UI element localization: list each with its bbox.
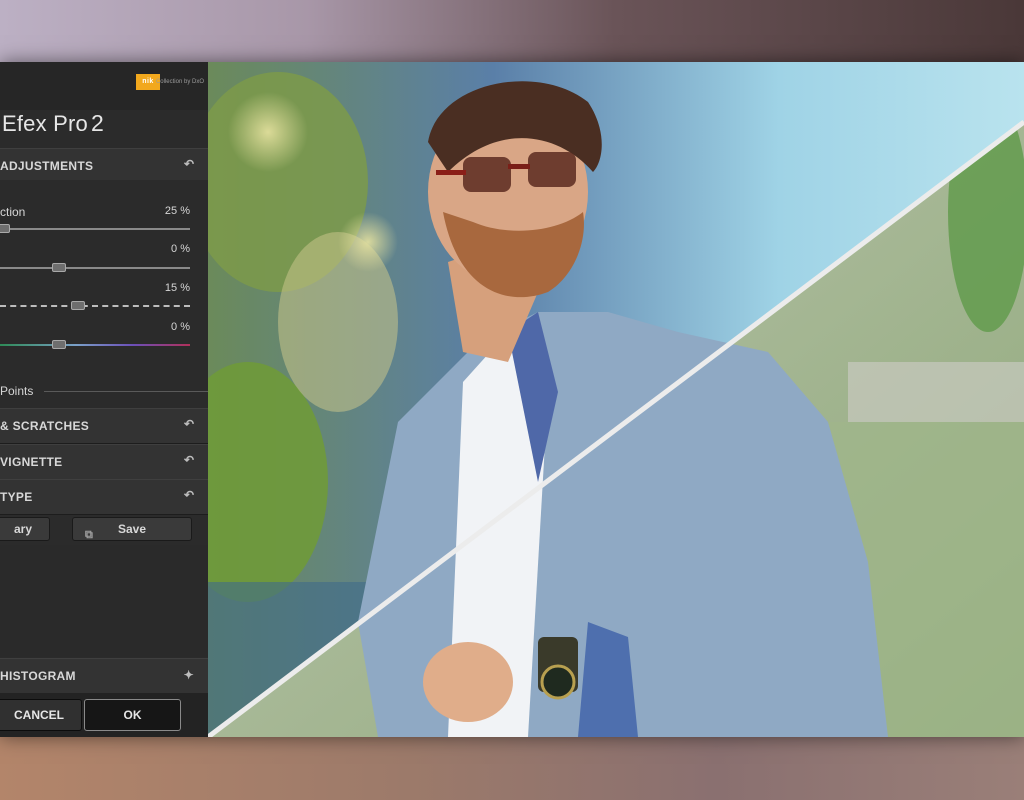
preset-button-row: ary ⧉ Save (0, 515, 208, 543)
app-title-name: Efex Pro (2, 111, 88, 136)
slider-4-knob[interactable] (52, 340, 66, 349)
section-vignette[interactable]: VIGNETTE ↶ (0, 444, 208, 480)
reset-icon[interactable]: ↶ (184, 489, 196, 501)
empty-panel-area (0, 545, 208, 657)
settings-panel: nik Collection by DxO Efex Pro 2 ADJUSTME… (0, 62, 208, 737)
bottom-action-bar: CANCEL OK (0, 693, 208, 737)
link-icon: ⧉ (85, 529, 93, 541)
section-histogram-label: HISTOGRAM (0, 669, 76, 683)
section-scratches-label: & SCRATCHES (0, 419, 90, 433)
library-button[interactable]: ary (0, 517, 50, 541)
section-adjustments-label: ADJUSTMENTS (0, 159, 94, 173)
slider-4-value: 0 % (171, 321, 190, 333)
cancel-button[interactable]: CANCEL (0, 699, 82, 731)
slider-3-value: 15 % (164, 282, 190, 294)
image-preview[interactable] (208, 62, 1024, 737)
background-top (0, 0, 1024, 62)
app-version: 2 (90, 110, 104, 136)
reset-icon[interactable]: ↶ (184, 158, 196, 170)
section-histogram[interactable]: HISTOGRAM ✦ (0, 658, 208, 694)
slider-2-track[interactable] (0, 267, 190, 269)
ok-button[interactable]: OK (84, 699, 181, 731)
slider-2-value: 0 % (171, 243, 190, 255)
save-button-label: Save (117, 522, 147, 536)
slider-1-value: 25 % (164, 205, 190, 217)
slider-2-knob[interactable] (52, 263, 66, 272)
preview-photo (208, 62, 1024, 737)
collection-label: Collection by DxO (155, 79, 204, 85)
section-type-label: TYPE (0, 490, 33, 504)
slider-1-label: ction (0, 205, 26, 219)
slider-1-knob[interactable] (0, 224, 10, 233)
section-scratches[interactable]: & SCRATCHES ↶ (0, 408, 208, 444)
control-points-row[interactable]: Points (0, 379, 208, 405)
brand-row: nik Collection by DxO (0, 62, 208, 110)
save-button[interactable]: ⧉ Save (72, 517, 192, 541)
slider-3-track[interactable] (0, 305, 190, 307)
slider-3-knob[interactable] (71, 301, 85, 310)
control-points-label: Points (0, 384, 34, 398)
section-type[interactable]: TYPE ↶ (0, 479, 208, 515)
slider-1-track[interactable] (0, 228, 190, 230)
control-points-divider (44, 391, 208, 392)
section-vignette-label: VIGNETTE (0, 455, 63, 469)
app-title: Efex Pro 2 (2, 110, 104, 137)
background-bottom (0, 737, 1024, 800)
slider-area: ction 25 % 0 % 15 % 0 % (0, 180, 208, 385)
reset-icon[interactable]: ↶ (184, 454, 196, 466)
slider-4-track[interactable] (0, 344, 190, 346)
pin-icon[interactable]: ✦ (184, 668, 194, 682)
reset-icon[interactable]: ↶ (184, 418, 196, 430)
app-window: nik Collection by DxO Efex Pro 2 ADJUSTME… (0, 62, 1024, 737)
section-adjustments[interactable]: ADJUSTMENTS ↶ (0, 148, 208, 184)
